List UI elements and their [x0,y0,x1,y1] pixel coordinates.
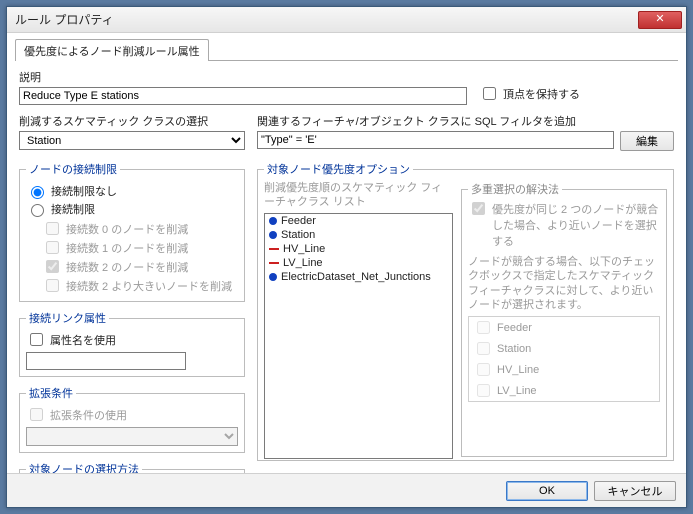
ext-cond-legend: 拡張条件 [26,385,76,401]
multi-list-label: LV_Line [497,385,537,397]
attr-name-input[interactable] [26,352,186,370]
multi-list-label: Station [497,343,531,355]
description-label: 説明 [19,69,467,85]
description-input[interactable] [19,87,467,105]
dialog-footer: OK キャンセル [7,473,686,507]
class-dot-icon [269,217,277,225]
priority-options-group: 対象ノード優先度オプション 削減優先度順のスケマティック フィーチャクラス リス… [257,161,674,461]
multi-desc: ノードが競合する場合、以下のチェックボックスで指定したスケマティック フィーチャ… [468,255,660,312]
priority-options-legend: 対象ノード優先度オプション [264,161,413,177]
target-select-legend: 対象ノードの選択方法 [26,461,142,473]
close-button[interactable]: ✕ [638,11,682,29]
schematic-class-label: 削減するスケマティック クラスの選択 [19,113,245,129]
keep-vertex-label: 頂点を保持する [503,86,580,102]
sql-edit-button[interactable]: 編集 [620,131,674,151]
multi-list-item: Feeder [469,317,659,338]
conn-limited-radio[interactable]: 接続制限 [26,201,238,217]
connection-limit-legend: ノードの接続制限 [26,161,120,177]
ok-button[interactable]: OK [506,481,588,501]
class-line-icon [269,248,279,250]
multi-class-list: Feeder Station HV_Line LV_Line ElectricDatas… [468,316,660,402]
multi-nearest-check: 優先度が同じ 2 つのノードが競合した場合、より近いノードを選択する [468,201,660,249]
conn-none-radio[interactable]: 接続制限なし [26,183,238,199]
multi-list-item: HV_Line [469,359,659,380]
conn1-check: 接続数 1 のノードを削減 [42,238,238,257]
sql-filter-input[interactable] [257,131,614,149]
ext-cond-select [26,427,238,446]
keep-vertex-checkbox[interactable]: 頂点を保持する [479,84,580,103]
multi-resolution-group: 多重選択の解決法 優先度が同じ 2 つのノードが競合した場合、より近いノードを選… [461,181,667,457]
multi-list-item: ElectricDataset_Net_Junctions [469,401,659,402]
use-attr-check[interactable]: 属性名を使用 [26,330,238,349]
priority-list-item[interactable]: HV_Line [265,242,452,256]
sql-filter-label: 関連するフィーチャ/オブジェクト クラスに SQL フィルタを追加 [257,113,674,129]
conn2over-check: 接続数 2 より大きいノードを削減 [42,276,238,295]
window-title: ルール プロパティ [15,11,638,28]
titlebar: ルール プロパティ ✕ [7,7,686,33]
connection-limit-group: ノードの接続制限 接続制限なし 接続制限 接続数 0 のノードを削減 接続数 1… [19,161,245,302]
multi-list-item: LV_Line [469,380,659,401]
dialog-window: ルール プロパティ ✕ 優先度によるノード削減ルール属性 説明 頂点を保持する [6,6,687,508]
tab-priority-reduce[interactable]: 優先度によるノード削減ルール属性 [15,39,209,61]
priority-list-item[interactable]: ElectricDataset_Net_Junctions [265,270,452,284]
keep-vertex-input[interactable] [483,87,496,100]
priority-list-label: Station [281,229,315,241]
multi-resolution-legend: 多重選択の解決法 [468,181,562,197]
priority-order-list[interactable]: Feeder Station HV_Line LV_Line ElectricDatas… [264,213,453,459]
class-dot-icon [269,231,277,239]
link-attr-legend: 接続リンク属性 [26,310,109,326]
priority-list-label: HV_Line [283,243,325,255]
conn2-check: 接続数 2 のノードを削減 [42,257,238,276]
ext-cond-group: 拡張条件 拡張条件の使用 [19,385,245,453]
ext-cond-use-check: 拡張条件の使用 [26,405,238,424]
multi-list-label: Feeder [497,322,532,334]
priority-list-label: ElectricDataset_Net_Junctions [281,271,431,283]
class-line-icon [269,262,279,264]
priority-list-item[interactable]: LV_Line [265,256,452,270]
multi-list-item: Station [469,338,659,359]
priority-list-label: LV_Line [283,257,323,269]
priority-list-label: Feeder [281,215,316,227]
priority-order-caption: 削減優先度順のスケマティック フィーチャクラス リスト [264,181,453,210]
dialog-body: 優先度によるノード削減ルール属性 説明 頂点を保持する [7,33,686,473]
priority-list-item[interactable]: Station [265,228,452,242]
priority-list-item[interactable]: Feeder [265,214,452,228]
target-select-group: 対象ノードの選択方法 最近隣のノードを選択 優先度の高いノードを選択 [19,461,245,473]
cancel-button[interactable]: キャンセル [594,481,676,501]
multi-list-label: HV_Line [497,364,539,376]
schematic-class-select[interactable]: Station [19,131,245,150]
class-dot-icon [269,273,277,281]
link-attr-group: 接続リンク属性 属性名を使用 [19,310,245,377]
conn0-check: 接続数 0 のノードを削減 [42,219,238,238]
